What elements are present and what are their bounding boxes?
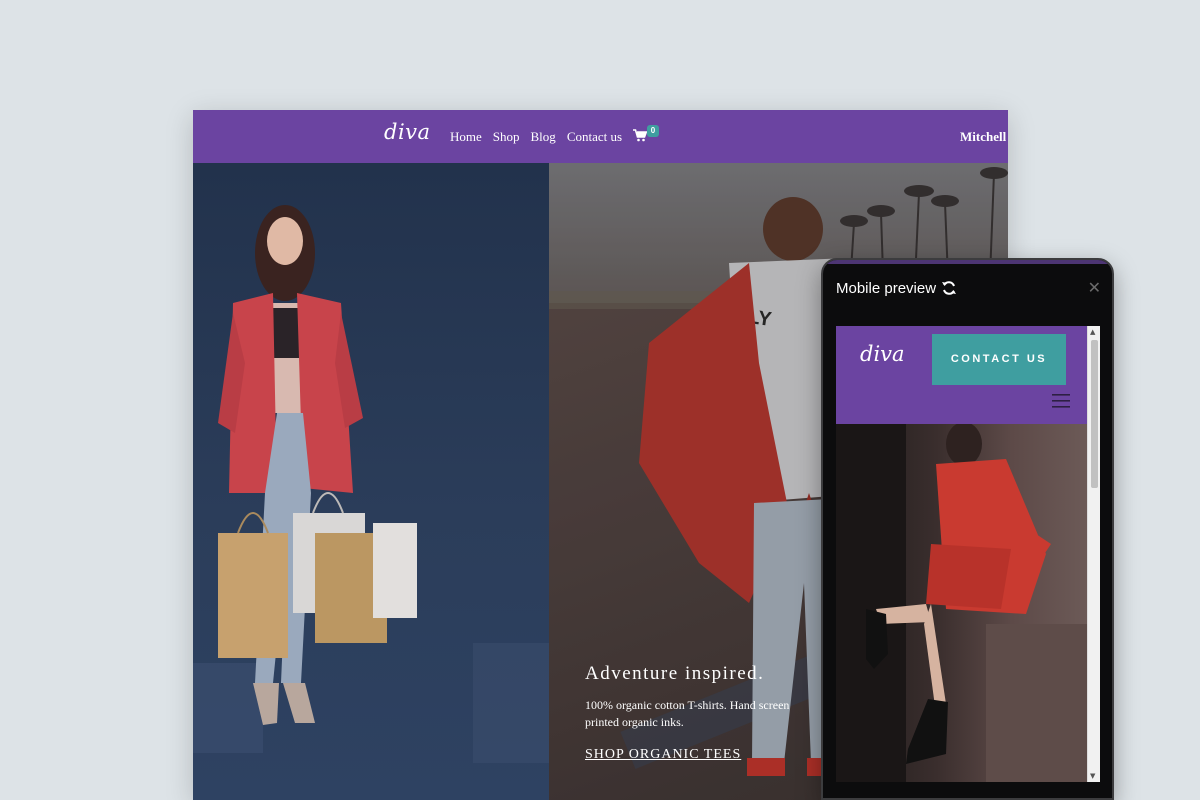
site-navbar: diva Home Shop Blog Contact us 0 Mitchel… — [193, 110, 1008, 163]
mobile-preview-header: Mobile preview ✕ — [823, 268, 1112, 312]
nav-link-shop[interactable]: Shop — [493, 129, 520, 145]
hamburger-menu-icon[interactable] — [1052, 394, 1070, 408]
mobile-screen: diva CONTACT US ▲ ▼ — [836, 326, 1100, 782]
nav-link-home[interactable]: Home — [450, 129, 482, 145]
scroll-down-arrow-icon[interactable]: ▼ — [1090, 772, 1095, 780]
hero-title: Adventure inspired. — [585, 663, 765, 684]
mobile-hero-image — [836, 424, 1087, 782]
shop-organic-tees-link[interactable]: SHOP ORGANIC TEES — [585, 747, 845, 763]
mobile-navbar: diva CONTACT US — [836, 326, 1087, 424]
device-top-bar — [823, 260, 1112, 264]
nav-link-blog[interactable]: Blog — [531, 129, 556, 145]
close-icon[interactable]: ✕ — [1088, 278, 1101, 297]
shopping-cart-icon — [633, 129, 647, 142]
nav-link-contact[interactable]: Contact us — [567, 129, 622, 145]
mobile-hero-illustration — [836, 424, 1087, 782]
mobile-site-logo[interactable]: diva — [860, 342, 905, 366]
scroll-up-arrow-icon[interactable]: ▲ — [1090, 328, 1095, 336]
refresh-icon[interactable] — [941, 280, 957, 296]
mobile-scrollbar[interactable]: ▲ ▼ — [1087, 326, 1100, 782]
nav-links: Home Shop Blog Contact us — [450, 129, 622, 145]
hero-text-block: Adventure inspired. 100% organic cotton … — [585, 663, 845, 763]
hero-subtitle: 100% organic cotton T-shirts. Hand scree… — [585, 698, 790, 729]
contact-us-button[interactable]: CONTACT US — [932, 334, 1066, 385]
site-logo[interactable]: diva — [384, 120, 431, 144]
scroll-thumb[interactable] — [1091, 340, 1098, 488]
cart-button[interactable]: 0 — [633, 125, 663, 147]
hero-image-shopper — [193, 163, 549, 800]
mobile-preview-title: Mobile preview — [836, 280, 937, 297]
account-name[interactable]: Mitchell A — [960, 129, 1008, 145]
cart-count-badge: 0 — [647, 125, 659, 137]
shopper-illustration — [193, 205, 549, 763]
mobile-preview-device: Mobile preview ✕ diva CONTACT US ▲ ▼ — [821, 258, 1114, 800]
